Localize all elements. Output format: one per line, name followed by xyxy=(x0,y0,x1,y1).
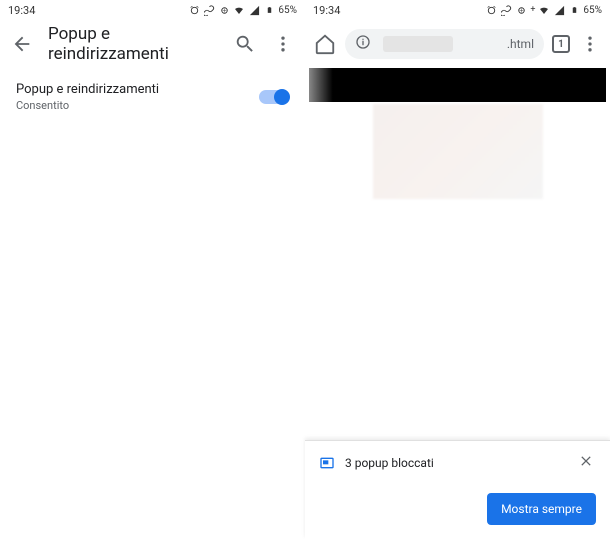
link-icon xyxy=(203,4,215,16)
browser-toolbar: .html 1 xyxy=(305,20,610,68)
back-button[interactable] xyxy=(10,32,34,56)
popup-blocked-icon xyxy=(319,455,335,471)
toggle-knob xyxy=(274,89,290,105)
search-button[interactable] xyxy=(233,32,257,56)
popup-toggle[interactable] xyxy=(259,90,289,104)
browser-screen: 19:34 + 65% .html 1 xyxy=(305,0,610,539)
page-image-placeholder xyxy=(373,104,543,199)
status-time: 19:34 xyxy=(8,4,35,17)
alarm-icon xyxy=(188,4,200,16)
vibrate-icon xyxy=(218,4,230,16)
signal-icon xyxy=(248,4,260,16)
info-icon[interactable] xyxy=(355,34,371,54)
battery-icon xyxy=(263,4,275,16)
link-icon xyxy=(500,4,512,16)
popup-setting-row[interactable]: Popup e reindirizzamenti Consentito xyxy=(0,68,305,126)
url-bar[interactable]: .html xyxy=(345,29,544,59)
status-icons: 65% xyxy=(188,4,297,16)
more-button[interactable] xyxy=(271,32,295,56)
action-row: Mostra sempre xyxy=(305,485,610,539)
url-blurred xyxy=(383,36,453,52)
page-title: Popup e reindirizzamenti xyxy=(48,24,219,64)
status-icons: + 65% xyxy=(485,4,602,16)
popup-blocked-panel: 3 popup bloccati Mostra sempre xyxy=(305,440,610,539)
battery-pct: 65% xyxy=(278,5,297,16)
status-bar: 19:34 65% xyxy=(0,0,305,20)
settings-app-bar: Popup e reindirizzamenti xyxy=(0,20,305,68)
setting-text: Popup e reindirizzamenti Consentito xyxy=(16,82,159,112)
settings-screen: 19:34 65% Popup e reindirizzamenti Popup… xyxy=(0,0,305,539)
page-header-bar xyxy=(309,68,606,102)
tab-switcher[interactable]: 1 xyxy=(552,35,570,53)
wifi-plus-icon: + xyxy=(530,5,535,15)
close-button[interactable] xyxy=(576,453,596,473)
more-button[interactable] xyxy=(578,32,602,56)
battery-icon xyxy=(568,4,580,16)
home-button[interactable] xyxy=(313,32,337,56)
wifi-icon xyxy=(233,4,245,16)
setting-subtitle: Consentito xyxy=(16,99,159,112)
popup-message: 3 popup bloccati xyxy=(345,456,566,470)
signal-icon xyxy=(553,4,565,16)
status-time: 19:34 xyxy=(313,4,340,17)
show-always-button[interactable]: Mostra sempre xyxy=(487,493,596,525)
alarm-icon xyxy=(485,4,497,16)
vibrate-icon xyxy=(515,4,527,16)
setting-title: Popup e reindirizzamenti xyxy=(16,82,159,97)
battery-pct: 65% xyxy=(583,5,602,16)
status-bar: 19:34 + 65% xyxy=(305,0,610,20)
popup-info-bar: 3 popup bloccati xyxy=(305,441,610,485)
wifi-icon xyxy=(538,4,550,16)
url-suffix: .html xyxy=(465,37,535,51)
